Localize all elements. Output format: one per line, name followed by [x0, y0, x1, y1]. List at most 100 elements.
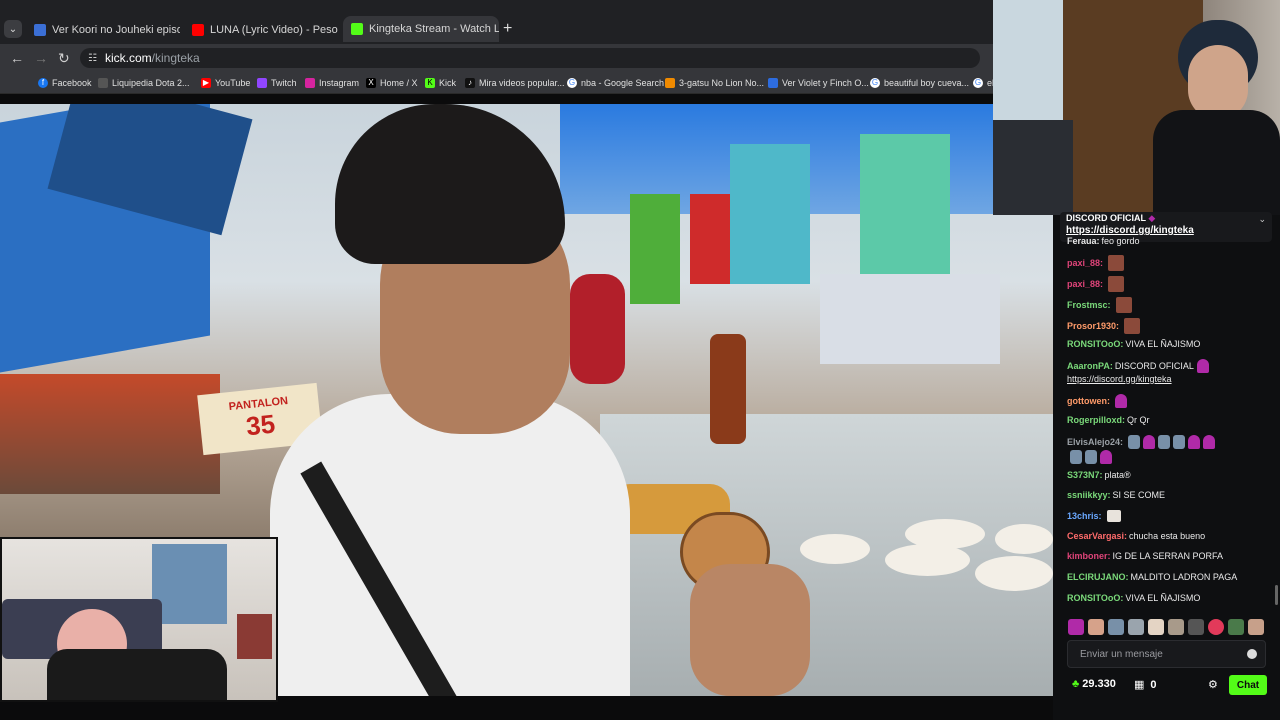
- chevron-down-icon[interactable]: ⌄: [1258, 214, 1266, 225]
- url-text: kick.com/kingteka: [105, 51, 200, 65]
- chat-text: VIVA EL ÑAJISMO: [1125, 593, 1201, 603]
- emote-icon[interactable]: [1188, 619, 1204, 635]
- emote-quick-bar: [1068, 619, 1264, 635]
- chat-username[interactable]: ELCIRUJANO:: [1067, 572, 1129, 582]
- desk: [993, 120, 1073, 215]
- hanging-clothes: [690, 194, 730, 284]
- emote-icon[interactable]: [1248, 619, 1264, 635]
- bookmark-nba[interactable]: Gnba - Google Search: [567, 76, 664, 90]
- bookmark-facebook[interactable]: f Facebook: [38, 76, 92, 90]
- bookmark-3gatsu[interactable]: 3-gatsu No Lion No...: [665, 76, 764, 90]
- chat-username[interactable]: Feraua:: [1067, 236, 1100, 246]
- reload-icon[interactable]: ↻: [58, 50, 70, 67]
- chat-message: Feraua: feo gordo: [1067, 236, 1140, 246]
- emoji-picker-icon[interactable]: [1247, 649, 1257, 659]
- emote-icon[interactable]: [1128, 619, 1144, 635]
- emote-icon[interactable]: [1148, 619, 1164, 635]
- bookmark-violet[interactable]: Ver Violet y Finch O...: [768, 76, 869, 90]
- bookmark-tiktok[interactable]: ♪ Mira videos popular...: [465, 76, 565, 90]
- site-info-icon[interactable]: ☷: [88, 53, 97, 64]
- chat-username[interactable]: Frostmsc:: [1067, 300, 1111, 310]
- bookmark-label: nba - Google Search: [581, 78, 665, 88]
- chat-message: ssniikkyy: SI SE COME: [1067, 490, 1165, 500]
- new-tab-icon[interactable]: +: [503, 20, 512, 38]
- chat-message: ElvisAlejo24:: [1067, 435, 1216, 449]
- liquipedia-icon: [98, 78, 108, 88]
- page-gap: [0, 94, 1053, 104]
- chat-username[interactable]: 13chris:: [1067, 511, 1102, 521]
- chat-message: ELCIRUJANO: MALDITO LADRON PAGA: [1067, 572, 1237, 582]
- tab-koori[interactable]: Ver Koori no Jouheki episodio ✕: [26, 18, 180, 42]
- webcam-overlay-pig: [0, 537, 278, 702]
- gift-count-value: 0: [1150, 678, 1157, 691]
- chat-username[interactable]: ElvisAlejo24:: [1067, 437, 1123, 447]
- bookmark-label: Home / X: [380, 78, 418, 88]
- emote-icon[interactable]: [1228, 619, 1244, 635]
- emote-icon[interactable]: [1208, 619, 1224, 635]
- emote-icon: [1108, 255, 1125, 271]
- chat-link[interactable]: https://discord.gg/kingteka: [1067, 374, 1172, 384]
- facebook-icon: f: [38, 78, 48, 88]
- bookmark-label: YouTube: [215, 78, 251, 88]
- chat-scrollbar[interactable]: [1275, 585, 1278, 605]
- streamer-shirt: [1153, 110, 1280, 215]
- chat-username[interactable]: kimboner:: [1067, 551, 1111, 561]
- emote-icon: [1188, 435, 1201, 449]
- bookmark-label: Kick: [439, 78, 457, 88]
- bookmark-label: Instagram: [319, 78, 360, 88]
- bookmark-label: 3-gatsu No Lion No...: [679, 78, 765, 88]
- bookmark-beautiful-boy[interactable]: Gbeautiful boy cueva...: [870, 76, 969, 90]
- bread-round: [995, 524, 1053, 554]
- person-body: [47, 649, 227, 700]
- chat-message: kimboner: IG DE LA SERRAN PORFA: [1067, 551, 1223, 561]
- chat-username[interactable]: RONSITOoO:: [1067, 593, 1123, 603]
- chat-message: CesarVargasi: chucha esta bueno: [1067, 531, 1205, 541]
- bookmark-x[interactable]: X Home / X: [366, 76, 418, 90]
- chat-message: AaaronPA: DISCORD OFICIAL: [1067, 359, 1209, 373]
- emote-icon[interactable]: [1168, 619, 1184, 635]
- gift-count[interactable]: ▦ 0: [1134, 678, 1157, 692]
- chat-username[interactable]: Rogerpilloxd:: [1067, 415, 1125, 425]
- gear-icon[interactable]: ⚙: [1208, 678, 1218, 691]
- bookmark-instagram[interactable]: Instagram: [305, 76, 359, 90]
- back-icon[interactable]: ←: [10, 50, 24, 66]
- emote-icon[interactable]: [1108, 619, 1124, 635]
- chat-username[interactable]: gottowen:: [1067, 396, 1110, 406]
- chat-username[interactable]: RONSITOoO:: [1067, 339, 1123, 349]
- chat-input[interactable]: Enviar un mensaje: [1067, 640, 1266, 668]
- bread-round: [885, 544, 970, 576]
- tab-luna[interactable]: LUNA (Lyric Video) - Peso Plum ✕: [184, 18, 338, 42]
- tab-title: LUNA (Lyric Video) - Peso Plum: [210, 24, 338, 36]
- chat-username[interactable]: paxi_88:: [1067, 279, 1103, 289]
- chat-username[interactable]: paxi_88:: [1067, 258, 1103, 268]
- pinned-title: DISCORD OFICIAL ◆: [1066, 213, 1155, 224]
- streamer-face: [1188, 45, 1248, 120]
- forward-icon[interactable]: →: [34, 50, 48, 66]
- emote-icon[interactable]: [1088, 619, 1104, 635]
- chat-username[interactable]: ssniikkyy:: [1067, 490, 1111, 500]
- emote-icon: [1085, 450, 1097, 464]
- emote-icon[interactable]: [1068, 619, 1084, 635]
- webcam-overlay-streamer: [993, 0, 1280, 215]
- sauce-bottle: [710, 334, 746, 444]
- chat-username[interactable]: Prosor1930:: [1067, 321, 1119, 331]
- bookmark-liquipedia[interactable]: Liquipedia Dota 2...: [98, 76, 190, 90]
- site-icon: [768, 78, 778, 88]
- address-bar[interactable]: ☷ kick.com/kingteka: [80, 48, 980, 68]
- bookmark-youtube[interactable]: ▶ YouTube: [201, 76, 250, 90]
- chat-message: paxi_88:: [1067, 255, 1125, 271]
- tab-search-chevron-icon[interactable]: ⌄: [4, 20, 22, 38]
- bread-round: [975, 556, 1053, 591]
- tab-kingteka[interactable]: Kingteka Stream - Watch Li 🔊 ✕: [343, 16, 499, 42]
- chat-username[interactable]: S373N7:: [1067, 470, 1103, 480]
- window: [152, 544, 227, 624]
- chat-username[interactable]: CesarVargasi:: [1067, 531, 1127, 541]
- viewer-count: ♣ 29.330: [1072, 678, 1116, 690]
- bookmark-kick[interactable]: K Kick: [425, 76, 456, 90]
- pinned-link[interactable]: https://discord.gg/kingteka: [1066, 225, 1194, 236]
- chat-username[interactable]: AaaronPA:: [1067, 361, 1113, 371]
- pinned-title-text: DISCORD OFICIAL: [1066, 213, 1146, 223]
- bookmark-twitch[interactable]: Twitch: [257, 76, 297, 90]
- bookmark-el[interactable]: Gel: [973, 76, 994, 90]
- send-chat-button[interactable]: Chat: [1229, 675, 1267, 695]
